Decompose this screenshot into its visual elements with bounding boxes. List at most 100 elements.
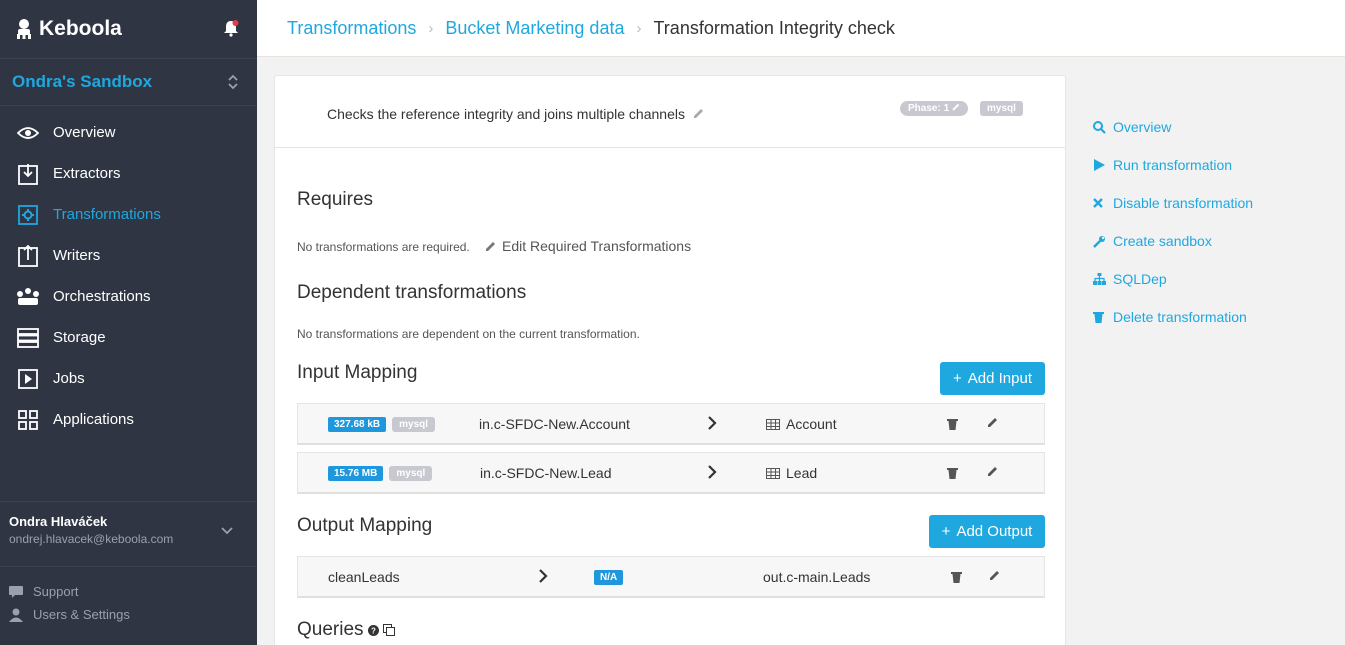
add-output-button[interactable]: + Add Output: [929, 515, 1045, 548]
pencil-icon: [952, 103, 960, 111]
sidebar-item-jobs[interactable]: Jobs: [0, 358, 257, 399]
chevron-right-icon: ›: [428, 19, 434, 37]
action-run-transformation[interactable]: Run transformation: [1093, 146, 1253, 184]
requires-text: No transformations are required.: [297, 240, 470, 254]
input-mapping-row[interactable]: 327.68 kB mysql in.c-SFDC-New.Account Ac…: [297, 403, 1045, 445]
trash-icon[interactable]: [947, 467, 958, 479]
action-sqldep[interactable]: SQLDep: [1093, 260, 1253, 298]
add-input-button[interactable]: + Add Input: [940, 362, 1045, 395]
dest-cell: Lead: [766, 465, 817, 481]
copy-icon[interactable]: [382, 624, 395, 636]
pencil-icon[interactable]: [693, 106, 704, 122]
updown-chevron-icon: [227, 73, 239, 96]
action-label: Run transformation: [1113, 157, 1233, 173]
pencil-icon[interactable]: [987, 466, 998, 477]
orchestration-icon: [16, 285, 40, 309]
play-box-icon: [16, 367, 40, 391]
brand-name: Keboola: [39, 17, 122, 40]
chevron-right-icon: ›: [636, 19, 642, 37]
sidebar-item-label: Jobs: [53, 370, 85, 387]
chevron-right-icon: [539, 569, 548, 583]
phase-badge-label: Phase: 1: [908, 103, 950, 114]
sidebar-item-label: Storage: [53, 329, 106, 346]
table-icon: [766, 418, 780, 430]
help-icon[interactable]: ?: [367, 624, 379, 636]
description[interactable]: Checks the reference integrity and joins…: [327, 106, 704, 122]
sidebar-item-label: Writers: [53, 247, 101, 264]
sidebar-item-storage[interactable]: Storage: [0, 317, 257, 358]
user-name: Ondra Hlaváček: [9, 514, 108, 529]
pencil-icon[interactable]: [989, 570, 1000, 581]
logo[interactable]: Keboola: [15, 17, 122, 41]
gear-icon: [16, 203, 40, 227]
bell-icon[interactable]: [223, 20, 239, 42]
project-selector[interactable]: Ondra's Sandbox: [0, 58, 257, 106]
users-settings-link[interactable]: Users & Settings: [9, 603, 130, 626]
action-label: Overview: [1113, 119, 1172, 135]
action-disable-transformation[interactable]: Disable transformation: [1093, 184, 1253, 222]
output-mapping-row[interactable]: cleanLeads N/A out.c-main.Leads: [297, 556, 1045, 598]
project-name: Ondra's Sandbox: [12, 72, 153, 91]
user-menu[interactable]: Ondra Hlaváček ondrej.hlavacek@keboola.c…: [0, 501, 257, 567]
trash-icon[interactable]: [951, 571, 962, 583]
breadcrumb-link-transformations[interactable]: Transformations: [287, 18, 416, 39]
chat-icon: [9, 585, 25, 598]
plus-icon: +: [941, 523, 951, 540]
sidebar-item-applications[interactable]: Applications: [0, 399, 257, 440]
queries-header: Queries ?: [297, 619, 395, 641]
wrench-icon: [1093, 235, 1107, 248]
action-label: SQLDep: [1113, 271, 1167, 287]
sidebar: Keboola Ondra's Sandbox Overview Extract…: [0, 0, 257, 645]
sidebar-item-transformations[interactable]: Transformations: [0, 194, 257, 235]
input-mapping-title: Input Mapping: [297, 362, 418, 383]
trash-icon: [1093, 311, 1107, 323]
breadcrumb-link-bucket[interactable]: Bucket Marketing data: [445, 18, 624, 39]
source-table: in.c-SFDC-New.Lead: [480, 465, 612, 481]
download-box-icon: [16, 162, 40, 186]
user-email: ondrej.hlavacek@keboola.com: [9, 532, 174, 546]
source-table: in.c-SFDC-New.Account: [479, 416, 630, 432]
chevron-right-icon: [708, 416, 717, 430]
chevron-down-icon: [221, 522, 233, 540]
sidebar-item-overview[interactable]: Overview: [0, 112, 257, 153]
pencil-icon[interactable]: [987, 417, 998, 428]
add-input-label: Add Input: [967, 370, 1032, 387]
input-mapping-row[interactable]: 15.76 MB mysql in.c-SFDC-New.Lead Lead: [297, 452, 1045, 494]
description-row: Checks the reference integrity and joins…: [275, 76, 1065, 148]
actions-panel: Overview Run transformation Disable tran…: [1093, 108, 1253, 336]
backend-badge: mysql: [980, 101, 1023, 116]
svg-text:?: ?: [371, 626, 376, 635]
action-label: Create sandbox: [1113, 233, 1212, 249]
size-badge: N/A: [594, 570, 624, 585]
dependent-title: Dependent transformations: [297, 282, 527, 303]
grid-icon: [16, 408, 40, 432]
source-table: cleanLeads: [328, 569, 400, 585]
chevron-right-icon: [708, 465, 717, 479]
sidebar-item-label: Applications: [53, 411, 134, 428]
phase-badge[interactable]: Phase: 1: [900, 101, 968, 116]
support-link[interactable]: Support: [9, 580, 130, 603]
dest-cell: Account: [766, 416, 837, 432]
sitemap-icon: [1093, 273, 1107, 285]
transformation-detail-card: Checks the reference integrity and joins…: [274, 75, 1066, 645]
table-icon: [766, 467, 780, 479]
sidebar-item-extractors[interactable]: Extractors: [0, 153, 257, 194]
support-label: Support: [33, 584, 79, 599]
breadcrumb: Transformations › Bucket Marketing data …: [257, 0, 1345, 57]
sidebar-footer: Support Users & Settings: [9, 580, 130, 626]
size-badge-cell: 327.68 kB mysql: [328, 417, 436, 432]
size-badge: 327.68 kB: [328, 417, 387, 432]
action-delete-transformation[interactable]: Delete transformation: [1093, 298, 1253, 336]
sidebar-item-writers[interactable]: Writers: [0, 235, 257, 276]
action-create-sandbox[interactable]: Create sandbox: [1093, 222, 1253, 260]
size-badge: 15.76 MB: [328, 466, 384, 481]
sidebar-item-label: Overview: [53, 124, 116, 141]
trash-icon[interactable]: [947, 418, 958, 430]
edit-required-link[interactable]: Edit Required Transformations: [485, 238, 691, 254]
close-icon: [1093, 198, 1107, 208]
sidebar-item-orchestrations[interactable]: Orchestrations: [0, 276, 257, 317]
dependent-text: No transformations are dependent on the …: [297, 327, 640, 341]
output-mapping-title: Output Mapping: [297, 515, 433, 536]
action-overview[interactable]: Overview: [1093, 108, 1253, 146]
action-label: Disable transformation: [1113, 195, 1254, 211]
